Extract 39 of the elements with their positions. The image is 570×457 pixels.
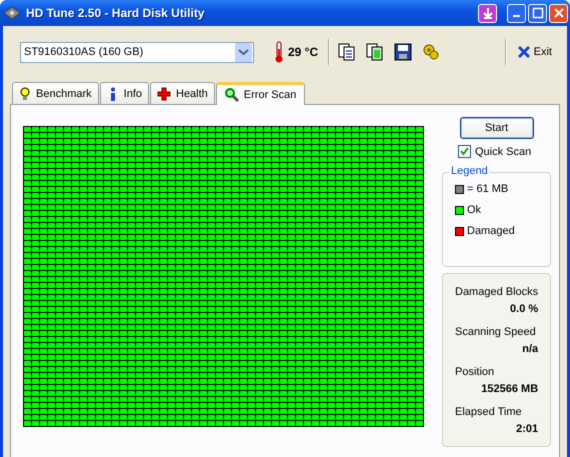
tab[interactable]: Benchmark (12, 82, 99, 104)
minimize-icon (513, 15, 520, 17)
thermometer-icon (274, 41, 284, 63)
light-bulb-icon (19, 86, 31, 100)
legend-title: Legend (449, 165, 490, 177)
legend-label: = 61 MB (467, 183, 508, 195)
drive-dropdown[interactable]: ST9160310AS (160 GB) (20, 42, 254, 62)
tab[interactable]: Health (150, 82, 215, 104)
quick-scan-label: Quick Scan (475, 146, 532, 158)
download-arrow-icon (482, 7, 494, 19)
close-icon (516, 45, 531, 59)
stat-label: Damaged Blocks (455, 286, 538, 298)
save-icon[interactable] (394, 43, 412, 61)
close-icon (552, 7, 564, 19)
stat-label: Position (455, 366, 496, 378)
window-title: HD Tune 2.50 - Hard Disk Utility (26, 6, 204, 20)
stat-value: 0.0 % (510, 303, 538, 315)
exit-button[interactable]: Exit (516, 45, 552, 59)
stat-value: 2:01 (516, 423, 538, 435)
start-button[interactable]: Start (460, 117, 534, 139)
stat-label: Scanning Speed (455, 326, 537, 338)
temperature-reading: 29 °C (288, 45, 318, 59)
stat-value: n/a (522, 343, 538, 355)
tab[interactable]: Info (100, 82, 149, 104)
quick-scan-checkbox[interactable] (458, 145, 471, 158)
minimize-button[interactable] (507, 4, 526, 22)
plus-icon (157, 86, 171, 100)
close-button[interactable] (549, 4, 568, 22)
copy-all-icon[interactable] (366, 43, 384, 61)
stat-label: Elapsed Time (455, 406, 523, 418)
legend-label: Damaged (467, 225, 515, 237)
maximize-icon (532, 7, 544, 19)
maximize-button[interactable] (528, 4, 547, 22)
stat-value: 152566 MB (481, 383, 538, 395)
tab[interactable]: Error Scan (216, 82, 306, 105)
magnifier-icon (224, 88, 239, 102)
legend-label: Ok (467, 204, 482, 216)
minimize-to-tray-button[interactable] (478, 4, 497, 22)
copy-icon[interactable] (338, 43, 356, 61)
